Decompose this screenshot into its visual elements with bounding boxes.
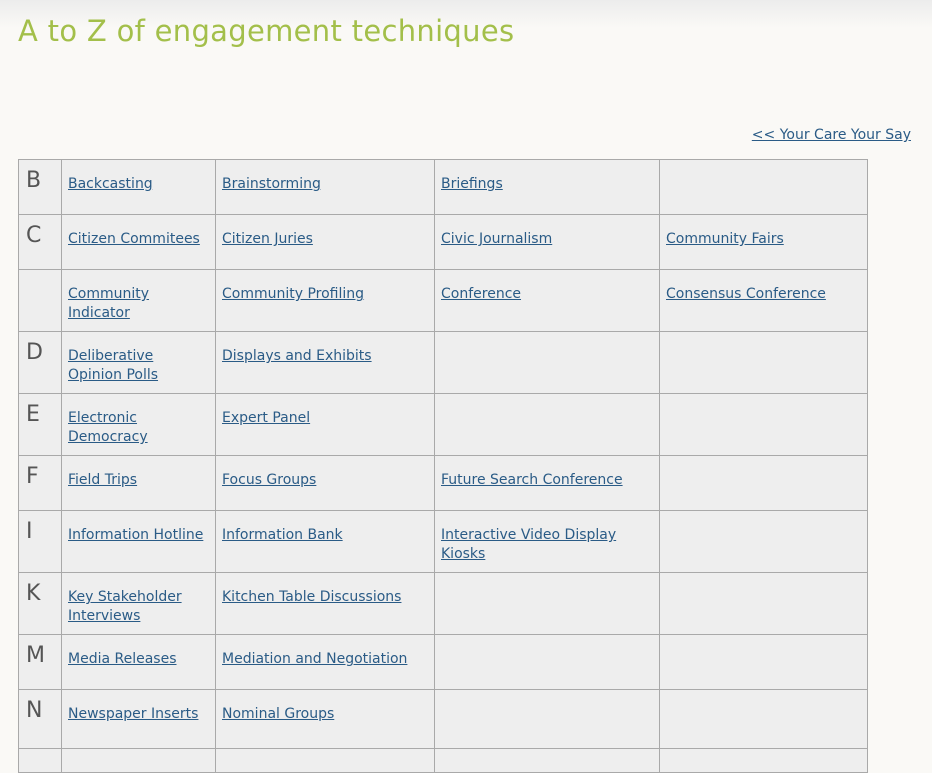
technique-cell bbox=[659, 689, 868, 749]
technique-row: N Newspaper Inserts Nominal Groups bbox=[18, 689, 868, 749]
technique-cell bbox=[659, 634, 868, 690]
technique-link[interactable]: Newspaper Inserts bbox=[68, 706, 198, 722]
technique-link[interactable]: Kitchen Table Discussions bbox=[222, 589, 401, 605]
letter-cell bbox=[18, 269, 62, 332]
technique-cell bbox=[434, 393, 660, 456]
technique-link[interactable]: Focus Groups bbox=[222, 472, 316, 488]
letter-cell bbox=[18, 748, 62, 773]
technique-link[interactable]: Conference bbox=[441, 286, 521, 302]
technique-cell bbox=[659, 510, 868, 573]
technique-cell bbox=[61, 748, 216, 773]
technique-link[interactable]: Electronic Democracy bbox=[68, 410, 148, 445]
technique-cell bbox=[434, 748, 660, 773]
technique-cell bbox=[659, 393, 868, 456]
letter-cell: I bbox=[18, 510, 62, 573]
technique-cell: Displays and Exhibits bbox=[215, 331, 435, 394]
technique-cell: Community Profiling bbox=[215, 269, 435, 332]
technique-cell: Conference bbox=[434, 269, 660, 332]
technique-link[interactable]: Briefings bbox=[441, 176, 503, 192]
technique-link[interactable]: Field Trips bbox=[68, 472, 137, 488]
technique-cell: Citizen Commitees bbox=[61, 214, 216, 270]
technique-link[interactable]: Community Profiling bbox=[222, 286, 364, 302]
technique-cell: Media Releases bbox=[61, 634, 216, 690]
technique-link[interactable]: Future Search Conference bbox=[441, 472, 623, 488]
technique-cell: Consensus Conference bbox=[659, 269, 868, 332]
technique-cell: Citizen Juries bbox=[215, 214, 435, 270]
technique-link[interactable]: Nominal Groups bbox=[222, 706, 334, 722]
technique-link[interactable]: Community Indicator bbox=[68, 286, 149, 321]
technique-link[interactable]: Key Stakeholder Interviews bbox=[68, 589, 182, 624]
technique-link[interactable]: Information Bank bbox=[222, 527, 343, 543]
technique-row: B Backcasting Brainstorming Briefings bbox=[18, 159, 868, 215]
technique-row: K Key Stakeholder Interviews Kitchen Table… bbox=[18, 572, 868, 635]
technique-cell bbox=[215, 748, 435, 773]
technique-link[interactable]: Information Hotline bbox=[68, 527, 203, 543]
technique-link[interactable]: Displays and Exhibits bbox=[222, 348, 372, 364]
technique-link[interactable]: Citizen Juries bbox=[222, 231, 313, 247]
techniques-table: B Backcasting Brainstorming Briefings C Citiz… bbox=[18, 159, 868, 773]
technique-cell: Information Bank bbox=[215, 510, 435, 573]
technique-cell: Newspaper Inserts bbox=[61, 689, 216, 749]
technique-row: D Deliberative Opinion Polls Displays and … bbox=[18, 331, 868, 394]
technique-cell: Civic Journalism bbox=[434, 214, 660, 270]
technique-cell bbox=[434, 689, 660, 749]
technique-cell: Community Indicator bbox=[61, 269, 216, 332]
technique-link[interactable]: Interactive Video Display Kiosks bbox=[441, 527, 616, 562]
technique-row: Community Indicator Community Profiling Co… bbox=[18, 269, 868, 332]
technique-link[interactable]: Backcasting bbox=[68, 176, 153, 192]
letter-cell: K bbox=[18, 572, 62, 635]
technique-cell: Information Hotline bbox=[61, 510, 216, 573]
letter-cell: C bbox=[18, 214, 62, 270]
technique-row: M Media Releases Mediation and Negotiation bbox=[18, 634, 868, 690]
technique-cell: Mediation and Negotiation bbox=[215, 634, 435, 690]
page-title: A to Z of engagement techniques bbox=[18, 14, 515, 48]
technique-cell bbox=[659, 331, 868, 394]
letter-cell: B bbox=[18, 159, 62, 215]
technique-link[interactable]: Expert Panel bbox=[222, 410, 310, 426]
technique-row: E Electronic Democracy Expert Panel bbox=[18, 393, 868, 456]
technique-cell: Nominal Groups bbox=[215, 689, 435, 749]
technique-cell: Field Trips bbox=[61, 455, 216, 511]
technique-link[interactable]: Media Releases bbox=[68, 651, 177, 667]
technique-cell: Deliberative Opinion Polls bbox=[61, 331, 216, 394]
technique-link[interactable]: Deliberative Opinion Polls bbox=[68, 348, 158, 383]
technique-cell: Interactive Video Display Kiosks bbox=[434, 510, 660, 573]
letter-cell: E bbox=[18, 393, 62, 456]
technique-cell bbox=[434, 634, 660, 690]
technique-cell: Electronic Democracy bbox=[61, 393, 216, 456]
technique-cell: Key Stakeholder Interviews bbox=[61, 572, 216, 635]
technique-cell bbox=[659, 455, 868, 511]
technique-link[interactable]: Citizen Commitees bbox=[68, 231, 200, 247]
technique-cell bbox=[434, 572, 660, 635]
technique-cell: Backcasting bbox=[61, 159, 216, 215]
letter-cell: F bbox=[18, 455, 62, 511]
technique-cell: Community Fairs bbox=[659, 214, 868, 270]
letter-cell: D bbox=[18, 331, 62, 394]
technique-row: C Citizen Commitees Citizen Juries Civic Jo… bbox=[18, 214, 868, 270]
technique-row: F Field Trips Focus Groups Future Search Co… bbox=[18, 455, 868, 511]
technique-cell: Focus Groups bbox=[215, 455, 435, 511]
technique-cell: Expert Panel bbox=[215, 393, 435, 456]
back-to-your-care-your-say-link[interactable]: << Your Care Your Say bbox=[752, 127, 911, 143]
technique-cell: Future Search Conference bbox=[434, 455, 660, 511]
technique-link[interactable]: Consensus Conference bbox=[666, 286, 826, 302]
letter-cell: M bbox=[18, 634, 62, 690]
technique-cell: Kitchen Table Discussions bbox=[215, 572, 435, 635]
technique-link[interactable]: Brainstorming bbox=[222, 176, 321, 192]
technique-cell bbox=[659, 748, 868, 773]
technique-cell bbox=[659, 572, 868, 635]
technique-link[interactable]: Mediation and Negotiation bbox=[222, 651, 407, 667]
letter-cell: N bbox=[18, 689, 62, 749]
technique-cell bbox=[434, 331, 660, 394]
technique-row bbox=[18, 748, 868, 773]
technique-cell: Briefings bbox=[434, 159, 660, 215]
technique-row: I Information Hotline Information Bank Inte… bbox=[18, 510, 868, 573]
technique-cell bbox=[659, 159, 868, 215]
technique-cell: Brainstorming bbox=[215, 159, 435, 215]
technique-link[interactable]: Community Fairs bbox=[666, 231, 784, 247]
technique-link[interactable]: Civic Journalism bbox=[441, 231, 552, 247]
